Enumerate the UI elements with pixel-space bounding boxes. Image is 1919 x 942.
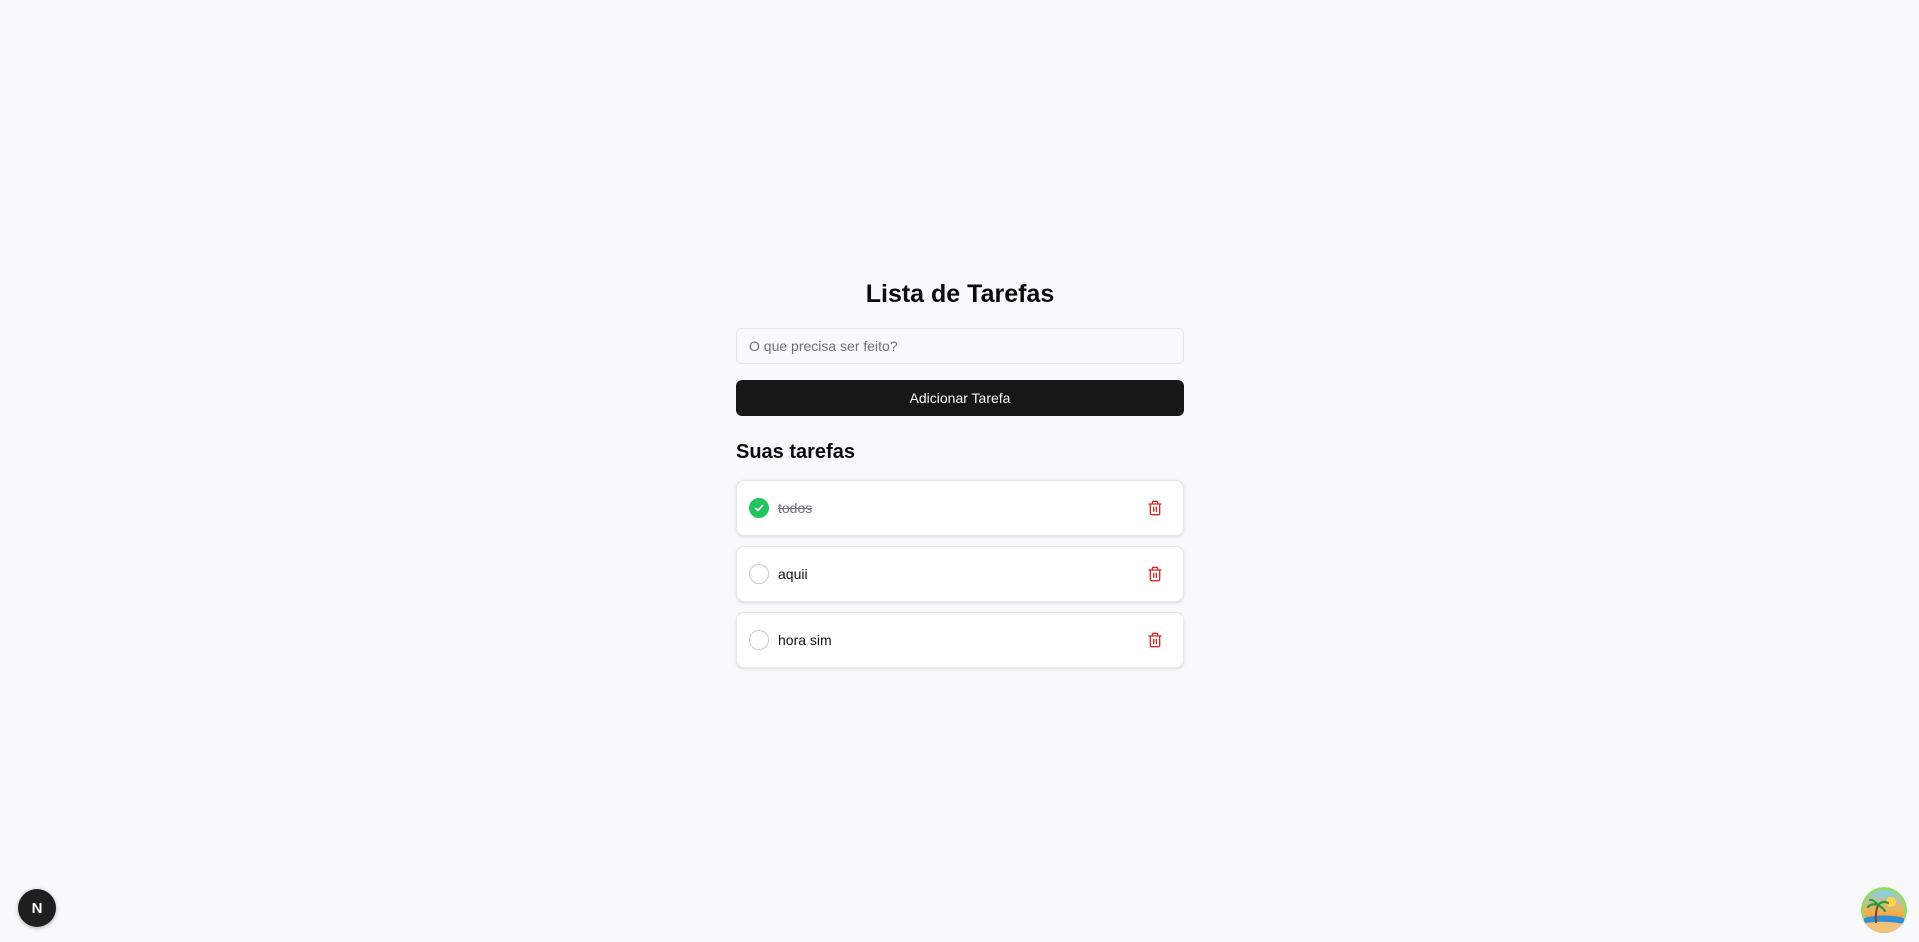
task-list: todos aquii hora sim xyxy=(736,480,1184,668)
page-title: Lista de Tarefas xyxy=(865,280,1055,308)
delete-task-button[interactable] xyxy=(1143,628,1167,652)
framework-badge-letter: N xyxy=(31,899,43,917)
delete-task-button[interactable] xyxy=(1143,496,1167,520)
task-toggle-checkbox[interactable] xyxy=(749,564,769,584)
tasks-section-title: Suas tarefas xyxy=(736,441,855,463)
add-task-button[interactable]: Adicionar Tarefa xyxy=(736,380,1184,416)
avatar[interactable] xyxy=(1861,887,1907,933)
new-task-input[interactable] xyxy=(736,328,1184,364)
task-item: todos xyxy=(736,480,1184,536)
task-label: hora sim xyxy=(778,632,832,648)
task-label: todos xyxy=(778,500,813,516)
trash-icon xyxy=(1148,566,1162,582)
todo-app: Lista de Tarefas Adicionar Tarefa Suas t… xyxy=(736,270,1184,678)
task-toggle-checkbox[interactable] xyxy=(749,498,769,518)
trash-icon xyxy=(1148,500,1162,516)
framework-dev-badge[interactable]: N xyxy=(18,889,56,927)
task-label: aquii xyxy=(778,566,808,582)
task-toggle-checkbox[interactable] xyxy=(749,630,769,650)
check-icon xyxy=(754,504,764,512)
trash-icon xyxy=(1148,632,1162,648)
delete-task-button[interactable] xyxy=(1143,562,1167,586)
beach-sunset-avatar-icon xyxy=(1861,887,1907,933)
task-item: hora sim xyxy=(736,612,1184,668)
task-item: aquii xyxy=(736,546,1184,602)
